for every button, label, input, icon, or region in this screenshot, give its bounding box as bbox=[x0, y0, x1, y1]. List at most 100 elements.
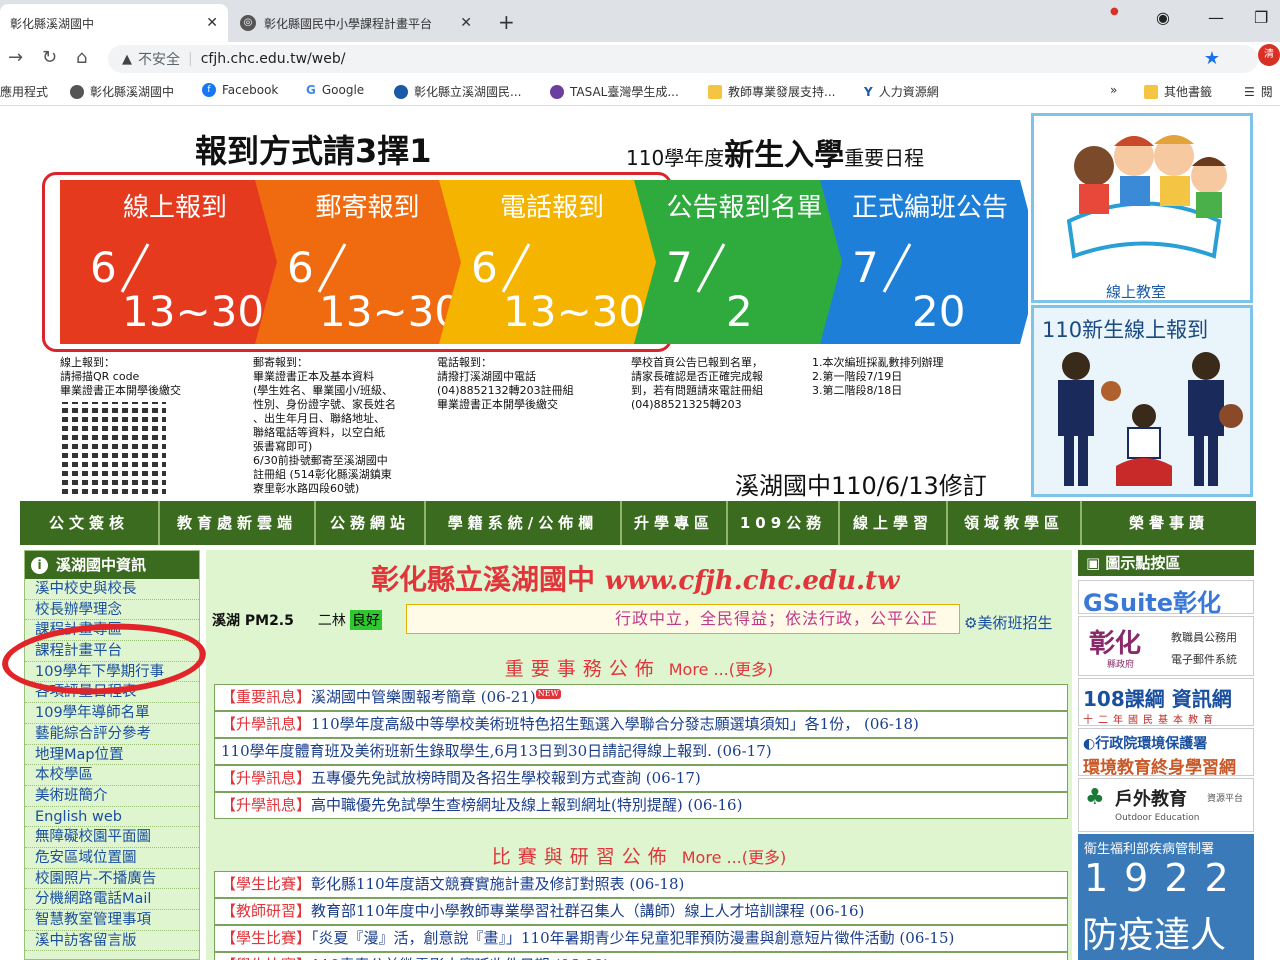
rightcol-header: ▣ 圖示點按區 bbox=[1078, 550, 1254, 576]
sidebar-item[interactable]: 溪中校史與校長 bbox=[25, 579, 199, 600]
url-text[interactable]: cfjh.chc.edu.tw/web/ bbox=[201, 51, 346, 67]
step-day: 13~30 bbox=[503, 287, 645, 336]
epa-link[interactable]: ◐行政院環境保護署 環境教育終身學習網 bbox=[1078, 728, 1254, 778]
bookmark-tasal[interactable]: TASAL臺灣學生成... bbox=[550, 83, 679, 100]
bookmark-google[interactable]: G Google bbox=[306, 83, 364, 97]
bookmark-label: 彰化縣立溪湖國民... bbox=[414, 85, 522, 99]
sidebar-item[interactable]: 無障礙校園平面圖 bbox=[25, 827, 199, 848]
back-arrow-icon[interactable]: → bbox=[8, 47, 23, 68]
county-logo-text: 彰化 bbox=[1089, 629, 1142, 659]
bookmark-school-full[interactable]: 彰化縣立溪湖國民... bbox=[394, 83, 521, 100]
news-text: 110青春公益微電影大賽延收件日期 (06-09) bbox=[311, 956, 609, 960]
web-page: 報到方式請3擇1 110學年度新生入學重要日程 線上報到 6 13~30 郵寄報到 6 1… bbox=[0, 107, 1280, 960]
reload-icon[interactable]: ↻ bbox=[42, 47, 57, 68]
new-tab-button[interactable]: + bbox=[498, 10, 515, 34]
reading-list[interactable]: ☰ 閱 bbox=[1244, 83, 1273, 100]
bookmark-star-icon[interactable]: ★ bbox=[1204, 48, 1220, 69]
nav-online-learning[interactable]: 線上學習 bbox=[840, 501, 948, 545]
more-link[interactable]: More ...(更多) bbox=[682, 848, 787, 867]
step-day: 13~30 bbox=[122, 287, 264, 336]
gear-icon: ⚙ bbox=[964, 614, 978, 632]
nav-official-sites[interactable]: 公務網站 bbox=[316, 501, 426, 545]
home-icon[interactable]: ⌂ bbox=[76, 47, 87, 68]
contests-list: 【學生比賽】彰化縣110年度語文競賽實施計畫及修訂對照表 (06-18) 【教師研… bbox=[214, 871, 1068, 960]
news-item[interactable]: 【學生比賽】「炎夏『漫』活，創意說『畫』」110年暑期青少年兒童犯罪預防漫畫與創… bbox=[214, 925, 1068, 952]
nav-advancement[interactable]: 升學專區 bbox=[622, 501, 728, 545]
more-link[interactable]: More ...(更多) bbox=[669, 660, 774, 679]
more-bookmarks-icon[interactable]: » bbox=[1110, 83, 1117, 97]
sidebar-item[interactable]: 校長辦學理念 bbox=[25, 600, 199, 621]
sidebar-item[interactable]: 地理Map位置 bbox=[25, 745, 199, 766]
nav-document-signing[interactable]: 公文簽核 bbox=[20, 501, 160, 545]
profile-avatar[interactable]: 清 bbox=[1258, 44, 1280, 66]
slogan-marquee: 行政中立，全民得益；依法行政，公平公正 bbox=[406, 604, 960, 634]
close-icon[interactable]: ✕ bbox=[460, 15, 472, 31]
restore-icon[interactable]: ❐ bbox=[1254, 8, 1268, 27]
bookmark-label: 閱 bbox=[1260, 85, 1273, 99]
sidebar-item[interactable]: 本校學區 bbox=[25, 765, 199, 786]
online-classroom-link[interactable]: 線上教室 bbox=[1031, 113, 1253, 303]
school-title: 彰化縣立溪湖國中 www.cfjh.chc.edu.tw bbox=[371, 563, 900, 596]
sidebar-item[interactable]: 藝能綜合評分參考 bbox=[25, 724, 199, 745]
steps-arrows: 線上報到613~30郵寄報到613~30電話報到613~30公告報到名單72正式… bbox=[60, 180, 1028, 344]
enrollment-banner[interactable]: 報到方式請3擇1 110學年度新生入學重要日程 線上報到 6 13~30 郵寄報到 6 1… bbox=[20, 112, 1028, 500]
news-item[interactable]: 【學生比賽】彰化縣110年度語文競賽實施計畫及修訂對照表 (06-18) bbox=[214, 871, 1068, 898]
bookmark-other[interactable]: 其他書籤 bbox=[1144, 83, 1212, 100]
omnibox[interactable]: ▲ 不安全 | cfjh.chc.edu.tw/web/ ★ bbox=[108, 45, 1258, 73]
step-month: 6 bbox=[90, 243, 117, 292]
county-logo-sub: 縣政府 bbox=[1107, 660, 1135, 670]
info-icon: i bbox=[31, 556, 48, 574]
nav-edu-cloud[interactable]: 教育處新雲端 bbox=[160, 501, 316, 545]
pm-place: 溪湖 PM2.5 bbox=[212, 613, 294, 629]
gsuite-link[interactable]: GSuite彰化 bbox=[1078, 580, 1254, 617]
news-item[interactable]: 【升學訊息】五專優先免試放榜時間及各招生學校報到方式查詢 (06-17) bbox=[214, 765, 1068, 792]
news-item[interactable]: 【升學訊息】110學年度高級中等學校美術班特色招生甄選入學聯合分發志願選填須知」… bbox=[214, 711, 1068, 738]
bookmark-hr[interactable]: Y 人力資源網 bbox=[864, 83, 939, 100]
news-item[interactable]: 【重要訊息】溪湖國中管樂團報考簡章 (06-21) NEW bbox=[214, 684, 1068, 711]
air-quality: 溪湖 PM2.5 二林 良好 bbox=[212, 610, 382, 630]
sidebar-item[interactable]: 分機網路電話Mail bbox=[25, 889, 199, 910]
sidebar-item[interactable]: English web bbox=[25, 807, 199, 828]
curriculum-108-link[interactable]: 108課綱 資訊網 十二年國民基本教育 bbox=[1078, 678, 1254, 726]
bookmark-facebook[interactable]: f Facebook bbox=[202, 83, 278, 97]
minimize-icon[interactable]: — bbox=[1208, 8, 1224, 27]
online-classroom-label: 線上教室 bbox=[1106, 283, 1167, 301]
sidebar-item[interactable]: 校園照片-不播廣告 bbox=[25, 869, 199, 890]
outdoor-edu-link[interactable]: ♣ 戶外教育 資源平台 Outdoor Education bbox=[1078, 778, 1254, 832]
school-url: www.cfjh.chc.edu.tw bbox=[604, 566, 900, 596]
news-item[interactable]: 110學年度體育班及美術班新生錄取學生,6月13日到30日請記得線上報到. (0… bbox=[214, 738, 1068, 765]
nav-student-system[interactable]: 學籍系統/公佈欄 bbox=[426, 501, 622, 545]
bookmark-school[interactable]: 彰化縣溪湖國中 bbox=[70, 83, 174, 100]
tab-curriculum[interactable]: ◎ 彰化縣國民中小學課程計畫平台 ✕ bbox=[230, 4, 482, 42]
tab-school[interactable]: 彰化縣溪湖國中 ✕ bbox=[0, 4, 228, 42]
news-item[interactable]: 【學生比賽】110青春公益微電影大賽延收件日期 (06-09) bbox=[214, 952, 1068, 960]
close-icon[interactable]: ✕ bbox=[206, 15, 218, 31]
bookmark-teacher[interactable]: 教師專業發展支持... bbox=[708, 83, 835, 100]
sidebar-item[interactable]: 溪中訪客留言版 bbox=[25, 931, 199, 952]
county-mail-link[interactable]: 彰化 縣政府 教職員公務用 電子郵件系統 bbox=[1078, 616, 1254, 676]
nav-honors[interactable]: 榮譽事蹟 bbox=[1082, 501, 1256, 545]
sidebar-item[interactable]: 智慧教室管理事項 bbox=[25, 910, 199, 931]
main-content: 彰化縣立溪湖國中 www.cfjh.chc.edu.tw 溪湖 PM2.5 二林… bbox=[206, 550, 1072, 960]
bookmark-apps[interactable]: 應用程式 bbox=[0, 83, 48, 100]
nav-domain-teaching[interactable]: 領域教學區 bbox=[948, 501, 1082, 545]
sidebar-item[interactable]: 危安區域位置圖 bbox=[25, 848, 199, 869]
tasal-icon bbox=[550, 84, 564, 99]
sidebar-header: i 溪湖國中資訊 bbox=[25, 551, 199, 579]
cdc-link[interactable]: 衛生福利部疾病管制署 1922 防疫達人 bbox=[1078, 834, 1254, 960]
section-header-contests: 比賽與研習公佈 More ...(更多) bbox=[491, 846, 787, 868]
nav-109-official[interactable]: 109公務 bbox=[728, 501, 840, 545]
globe-icon bbox=[394, 84, 408, 99]
news-item[interactable]: 【教師研習】教育部110年度中小學教師專業學習社群召集人（講師）線上人才培訓課程… bbox=[214, 898, 1068, 925]
students-illustration bbox=[1058, 352, 1243, 486]
sidebar-item[interactable]: 109學年導師名單 bbox=[25, 703, 199, 724]
news-item[interactable]: 【升學訊息】高中職優先免試學生查榜網址及線上報到網址(特別提醒) (06-16) bbox=[214, 792, 1068, 819]
new-student-register-link[interactable]: 110新生線上報到 bbox=[1031, 305, 1253, 497]
media-control-icon[interactable]: ◉ bbox=[1156, 8, 1170, 27]
folder-icon bbox=[1144, 84, 1158, 99]
art-class-link[interactable]: ⚙美術班招生 bbox=[964, 612, 1052, 633]
tab-title: 彰化縣國民中小學課程計畫平台 bbox=[264, 16, 433, 31]
sidebar-item[interactable]: 美術班簡介 bbox=[25, 786, 199, 807]
outdoor-en: Outdoor Education bbox=[1115, 813, 1200, 823]
k108-sub: 十二年國民基本教育 bbox=[1083, 715, 1218, 726]
